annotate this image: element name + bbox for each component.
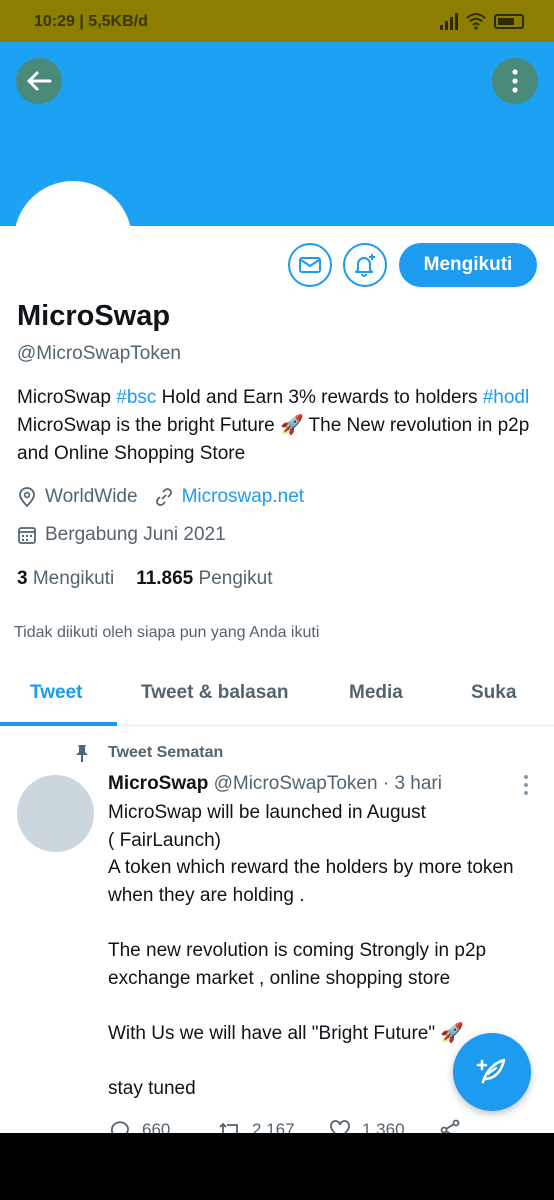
profile-avatar[interactable] [14,181,132,299]
bell-plus-icon [355,254,375,277]
hashtag-link[interactable]: #bsc [116,387,156,408]
tweet-avatar[interactable] [17,775,94,852]
bio-text: Hold and Earn 3% rewards to holders [156,387,483,408]
wifi-icon [466,13,486,30]
status-time: 10:29 | 5,5KB/d [34,13,148,30]
tweet-author-handle[interactable]: @MicroSwapToken [214,773,378,794]
following-count[interactable]: 3 Mengikuti [17,568,114,590]
arrow-left-icon [27,71,52,91]
message-button[interactable] [288,243,332,287]
tab-tweet-replies[interactable]: Tweet & balasan [141,682,288,704]
tab-tweet[interactable]: Tweet [30,682,82,704]
mail-icon [299,257,321,273]
profile-meta-joined: Bergabung Juni 2021 [17,524,226,546]
pinned-label: Tweet Sematan [108,744,224,761]
following-label: Mengikuti [32,568,115,589]
bio-text: MicroSwap [17,387,117,408]
compose-feather-icon [476,1058,506,1084]
active-tab-indicator [0,722,117,726]
followers-count[interactable]: 11.865 Pengikut [136,568,272,590]
system-navigation-bar [0,1133,554,1200]
not-followed-note: Tidak diikuti oleh siapa pun yang Anda i… [14,624,320,641]
tweet-time: · 3 hari [382,773,442,794]
notifications-button[interactable] [343,243,387,287]
back-button[interactable] [16,58,62,104]
battery-icon [494,13,524,29]
website-link[interactable]: Microswap.net [182,486,305,508]
profile-display-name: MicroSwap [17,300,171,332]
joined-date: Bergabung Juni 2021 [45,524,226,545]
hashtag-link[interactable]: #hodl [483,387,530,408]
more-vertical-icon [524,775,528,795]
location-text: WorldWide [45,486,138,507]
compose-tweet-button[interactable] [453,1033,531,1111]
tweet-header: MicroSwap @MicroSwapToken · 3 hari [108,773,442,795]
status-icons [440,12,524,30]
calendar-icon [17,525,37,545]
link-icon [154,487,174,507]
profile-bio: MicroSwap #bsc Hold and Earn 3% rewards … [17,384,537,468]
followers-label: Pengikut [198,568,273,589]
pin-icon [76,745,88,762]
tweet-author-name[interactable]: MicroSwap [108,773,208,794]
profile-tabs: Tweet Tweet & balasan Media Suka [0,664,554,726]
tab-media[interactable]: Media [349,682,403,704]
following-number: 3 [17,568,28,589]
pinned-indicator: Tweet Sematan [72,743,223,763]
follow-counts: 3 Mengikuti 11.865 Pengikut [17,568,273,590]
profile-meta-location: WorldWide Microswap.net [17,486,304,508]
followers-number: 11.865 [136,568,194,589]
location-pin-icon [17,487,37,507]
profile-handle: @MicroSwapToken [17,343,181,364]
following-button[interactable]: Mengikuti [399,243,537,287]
bio-text: MicroSwap is the bright Future 🚀 The New… [17,415,530,464]
more-vertical-icon [512,69,518,93]
tweet-more-button[interactable] [516,774,536,796]
signal-icon [440,12,458,30]
status-bar: 10:29 | 5,5KB/d [0,0,554,42]
tab-likes[interactable]: Suka [471,682,516,704]
more-options-button[interactable] [492,58,538,104]
